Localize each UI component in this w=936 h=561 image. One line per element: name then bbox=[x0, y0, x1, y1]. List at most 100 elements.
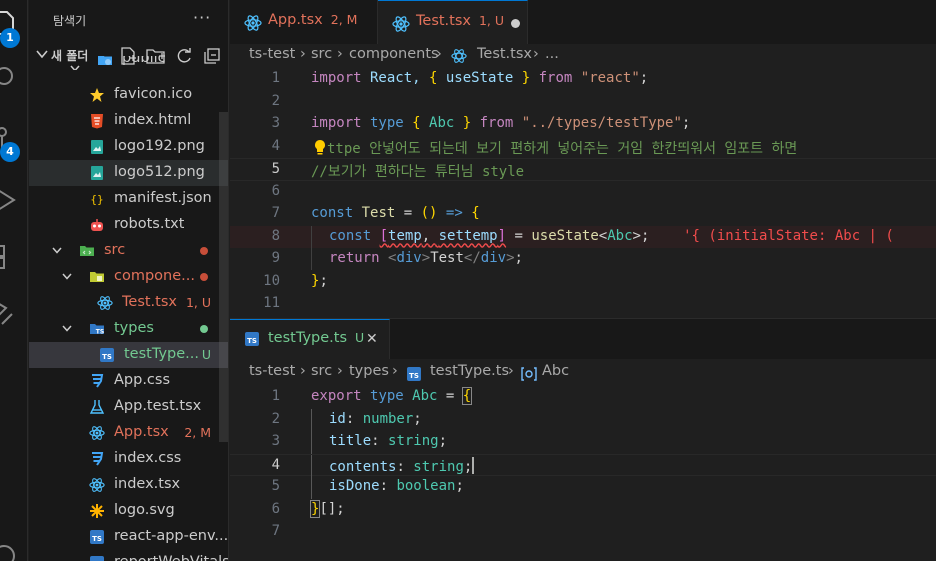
git-status-dot bbox=[200, 247, 208, 255]
line-number: 7 bbox=[271, 205, 280, 221]
tree-item[interactable]: logo.svg bbox=[29, 498, 228, 524]
breadcrumb-item[interactable]: src bbox=[311, 363, 332, 379]
source-control-activity[interactable]: 4 bbox=[0, 118, 28, 162]
chevron-right-icon: › bbox=[337, 46, 343, 62]
line-number: 2 bbox=[271, 410, 280, 427]
git-status-dot bbox=[200, 273, 208, 281]
folder-components-icon bbox=[89, 269, 105, 285]
breadcrumb-item[interactable]: src bbox=[311, 46, 332, 62]
code-line-current: 5 //보기가 편하다는 튜터님 style bbox=[230, 158, 936, 181]
breadcrumb-item[interactable]: Abc bbox=[542, 363, 569, 379]
typescript-icon: TS bbox=[89, 555, 105, 561]
remote-activity[interactable] bbox=[0, 292, 28, 332]
tab-test-label: Test.tsx bbox=[416, 13, 471, 29]
sidebar-scrollbar[interactable] bbox=[219, 112, 228, 442]
remote-icon bbox=[0, 303, 13, 325]
breadcrumb-item[interactable]: components bbox=[349, 46, 439, 62]
breadcrumb-item[interactable]: ... bbox=[545, 46, 559, 62]
tree-item-label: index.css bbox=[114, 450, 182, 466]
typescript-icon: TS bbox=[99, 347, 115, 363]
react-icon bbox=[89, 425, 105, 441]
extensions-activity[interactable] bbox=[0, 236, 28, 276]
line-number: 11 bbox=[263, 295, 280, 311]
line-number: 8 bbox=[271, 227, 280, 244]
search-activity[interactable] bbox=[0, 58, 28, 98]
chevron-down-icon bbox=[62, 273, 72, 280]
tree-item[interactable]: public bbox=[29, 56, 228, 70]
code-line: 5 isDone: boolean; bbox=[230, 476, 936, 499]
css-file-icon bbox=[89, 373, 105, 389]
breadcrumb-item[interactable]: testType.ts bbox=[430, 363, 509, 379]
code-line: 11 bbox=[230, 293, 936, 316]
tree-item[interactable]: index.css bbox=[29, 446, 228, 472]
tree-item[interactable]: {} manifest.json bbox=[29, 186, 228, 212]
tree-item-label: types bbox=[114, 320, 154, 336]
tab-bar-bottom: TS testType.ts U ✕ bbox=[230, 319, 936, 359]
tree-item-label: testType... bbox=[124, 346, 199, 362]
html-file-icon bbox=[89, 113, 105, 129]
tab-testtype-ts[interactable]: TS testType.ts U ✕ bbox=[230, 319, 390, 359]
line-number: 2 bbox=[271, 92, 280, 109]
explorer-activity[interactable]: 1 bbox=[0, 4, 28, 48]
tree-item-label: favicon.ico bbox=[114, 86, 193, 102]
editor-group-bottom: TS testType.ts U ✕ ts-test › src › types … bbox=[230, 318, 936, 561]
svg-text:TS: TS bbox=[102, 353, 112, 361]
tab-app-tsx[interactable]: App.tsx 2, M bbox=[230, 0, 378, 44]
close-icon[interactable]: ✕ bbox=[366, 331, 378, 347]
tree-item[interactable]: TS types bbox=[29, 316, 228, 342]
tree-item[interactable]: favicon.ico bbox=[29, 82, 228, 108]
svg-text:TS: TS bbox=[92, 535, 102, 543]
explorer-sidebar: 탐색기 ··· 새 폴더 public favicon.ico index.html… bbox=[29, 0, 229, 561]
line-number: 3 bbox=[271, 433, 280, 449]
code-line: 7 bbox=[230, 521, 936, 544]
tree-item[interactable]: TS testType... U bbox=[29, 342, 228, 368]
account-activity[interactable] bbox=[0, 532, 28, 561]
tree-item[interactable]: App.css bbox=[29, 368, 228, 394]
code-line: 2 id: number; bbox=[230, 408, 936, 432]
tree-item[interactable]: TS reportWebVitals... bbox=[29, 550, 228, 561]
tree-item[interactable]: index.tsx bbox=[29, 472, 228, 498]
tab-app-status: 2, M bbox=[330, 12, 358, 27]
lightbulb-icon[interactable] bbox=[313, 139, 327, 155]
chevron-right-icon: › bbox=[533, 46, 539, 62]
tree-item-label: robots.txt bbox=[114, 216, 185, 232]
code-line: 7 const Test = () => { bbox=[230, 203, 936, 226]
chevron-down-icon bbox=[52, 247, 62, 254]
tree-item[interactable]: logo512.png bbox=[29, 160, 228, 186]
tree-item[interactable]: compone... bbox=[29, 264, 228, 290]
code-editor-bottom[interactable]: 1 export type Abc = { 2 id: number; 3 ti… bbox=[230, 386, 936, 561]
tree-item-label: src bbox=[104, 242, 126, 258]
breadcrumb-item[interactable]: Test.tsx bbox=[477, 46, 532, 62]
code-editor-top[interactable]: 1 import React, { useState } from "react… bbox=[230, 68, 936, 318]
source-control-badge: 4 bbox=[0, 142, 20, 162]
breadcrumb-item[interactable]: ts-test bbox=[249, 46, 295, 62]
tree-item-label: logo512.png bbox=[114, 164, 205, 180]
tree-item-label: App.css bbox=[114, 372, 171, 388]
tree-item[interactable]: TS react-app-env.... bbox=[29, 524, 228, 550]
react-icon bbox=[97, 295, 113, 311]
tree-item[interactable]: robots.txt bbox=[29, 212, 228, 238]
chevron-right-icon: › bbox=[300, 46, 306, 62]
tree-item[interactable]: index.html bbox=[29, 108, 228, 134]
tree-item[interactable]: src bbox=[29, 238, 228, 264]
unsaved-dot-icon[interactable] bbox=[511, 19, 520, 28]
folder-public-icon bbox=[97, 56, 113, 68]
tab-app-label: App.tsx bbox=[268, 12, 323, 28]
breadcrumb-item[interactable]: ts-test bbox=[249, 363, 295, 379]
explorer-header: 탐색기 ··· bbox=[29, 0, 228, 44]
tree-item-label: index.html bbox=[114, 112, 192, 128]
line-number: 5 bbox=[271, 161, 280, 177]
tree-item[interactable]: logo192.png bbox=[29, 134, 228, 160]
tree-item[interactable]: App.test.tsx bbox=[29, 394, 228, 420]
line-number: 9 bbox=[271, 250, 280, 266]
tree-item-label: logo.svg bbox=[114, 502, 175, 518]
breadcrumb-item[interactable]: types bbox=[349, 363, 389, 379]
run-debug-activity[interactable] bbox=[0, 180, 28, 220]
code-line-error: 8 const [temp, settemp] = useState<Abc>;… bbox=[230, 225, 936, 248]
comment-text: ttpe 안넣어도 되는데 보기 편하게 넣어주는 거임 한칸띄워서 임포트 하… bbox=[327, 140, 798, 157]
tab-bar-top: App.tsx 2, M Test.tsx 1, U bbox=[230, 0, 936, 44]
more-actions-button[interactable]: ··· bbox=[193, 8, 211, 27]
tree-item[interactable]: App.tsx 2, M bbox=[29, 420, 228, 446]
tab-test-tsx[interactable]: Test.tsx 1, U bbox=[378, 0, 528, 44]
tree-item[interactable]: Test.tsx 1, U bbox=[29, 290, 228, 316]
